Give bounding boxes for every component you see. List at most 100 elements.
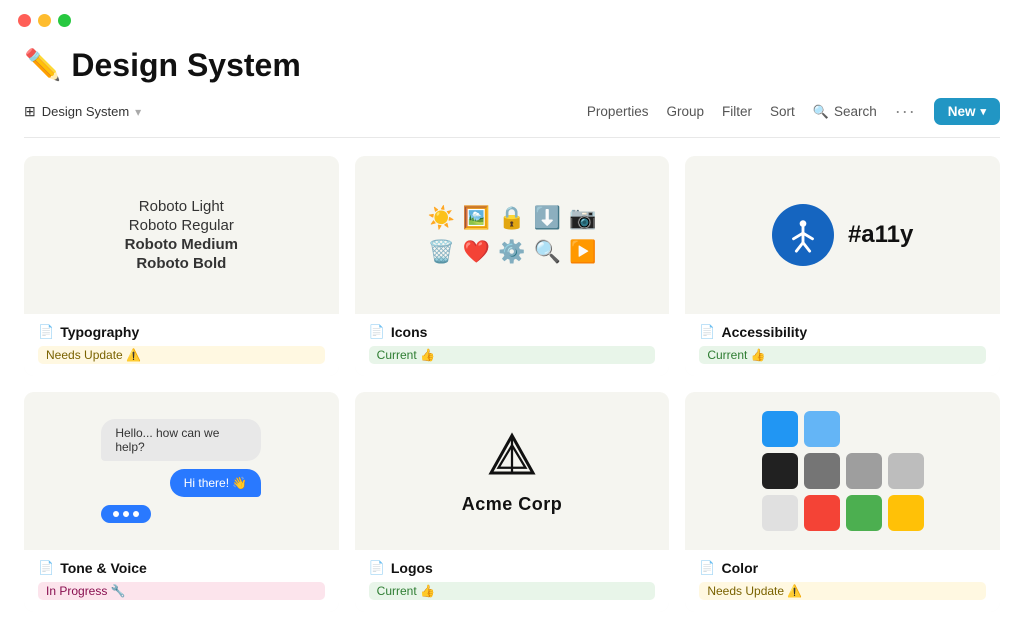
- new-button-chevron-icon: ▾: [980, 105, 986, 118]
- filter-button[interactable]: Filter: [722, 104, 752, 119]
- doc-icon: 📄: [369, 560, 385, 576]
- swatch-blue: [762, 411, 798, 447]
- doc-icon: 📄: [369, 324, 385, 340]
- icon-camera: 📷: [569, 205, 596, 231]
- swatch-green: [846, 495, 882, 531]
- close-button[interactable]: [18, 14, 31, 27]
- typo-medium: Roboto Medium: [125, 236, 238, 253]
- card-footer-color: 📄 Color Needs Update ⚠️: [685, 550, 1000, 612]
- icon-search: 🔍: [534, 239, 561, 265]
- grid-icon: ⊞: [24, 103, 36, 120]
- card-title-row: 📄 Typography: [38, 324, 325, 340]
- card-footer-typography: 📄 Typography Needs Update ⚠️: [24, 314, 339, 376]
- search-icon: 🔍: [813, 104, 829, 120]
- chat-bubble-question: Hello... how can we help?: [101, 419, 261, 461]
- icon-trash: 🗑️: [427, 239, 454, 265]
- traffic-lights: [18, 14, 71, 27]
- card-title-row: 📄 Accessibility: [699, 324, 986, 340]
- doc-icon: 📄: [699, 560, 715, 576]
- app-window: ✏️ Design System ⊞ Design System ▾ Prope…: [0, 0, 1024, 640]
- card-icons[interactable]: ☀️ 🖼️ 🔒 ⬇️ 📷 🗑️ ❤️ ⚙️ 🔍 ▶️ 📄: [355, 156, 670, 376]
- swatch-dark-gray: [804, 453, 840, 489]
- chevron-down-icon: ▾: [135, 105, 141, 119]
- card-title-color: Color: [722, 560, 759, 576]
- content-area: Roboto Light Roboto Regular Roboto Mediu…: [0, 138, 1024, 640]
- acme-corp-logo-name: Acme Corp: [462, 494, 563, 515]
- card-title-accessibility: Accessibility: [722, 324, 808, 340]
- card-title-row: 📄 Tone & Voice: [38, 560, 325, 576]
- card-badge-tone: In Progress 🔧: [38, 582, 325, 600]
- a11y-preview: #a11y: [772, 204, 913, 266]
- tone-preview: Hello... how can we help? Hi there! 👋: [81, 407, 281, 535]
- swatch-mid-gray: [846, 453, 882, 489]
- swatch-lighter-gray: [762, 495, 798, 531]
- card-typography[interactable]: Roboto Light Roboto Regular Roboto Mediu…: [24, 156, 339, 376]
- group-button[interactable]: Group: [666, 104, 704, 119]
- card-title-row: 📄 Color: [699, 560, 986, 576]
- card-footer-logos: 📄 Logos Current 👍: [355, 550, 670, 612]
- card-preview-typography: Roboto Light Roboto Regular Roboto Mediu…: [24, 156, 339, 314]
- sort-button[interactable]: Sort: [770, 104, 795, 119]
- doc-icon: 📄: [38, 560, 54, 576]
- logos-preview: Acme Corp: [462, 428, 563, 515]
- typo-light: Roboto Light: [139, 198, 224, 215]
- card-badge-icons: Current 👍: [369, 346, 656, 364]
- search-label[interactable]: Search: [834, 104, 877, 119]
- new-button-label: New: [948, 104, 976, 119]
- card-title-tone: Tone & Voice: [60, 560, 147, 576]
- dot-2: [123, 511, 129, 517]
- title-emoji: ✏️: [24, 48, 61, 83]
- card-badge-color: Needs Update ⚠️: [699, 582, 986, 600]
- toolbar: ⊞ Design System ▾ Properties Group Filte…: [24, 98, 1000, 138]
- swatch-red: [804, 495, 840, 531]
- new-button[interactable]: New ▾: [934, 98, 1000, 125]
- swatch-black: [762, 453, 798, 489]
- page-header: ✏️ Design System ⊞ Design System ▾ Prope…: [0, 35, 1024, 138]
- card-preview-logos: Acme Corp: [355, 392, 670, 550]
- swatch-empty-2: [888, 411, 924, 447]
- card-badge-logos: Current 👍: [369, 582, 656, 600]
- dot-1: [113, 511, 119, 517]
- icon-heart: ❤️: [463, 239, 490, 265]
- card-title-typography: Typography: [60, 324, 139, 340]
- card-preview-color: [685, 392, 1000, 550]
- icons-preview: ☀️ 🖼️ 🔒 ⬇️ 📷 🗑️ ❤️ ⚙️ 🔍 ▶️: [417, 195, 606, 275]
- card-accessibility[interactable]: #a11y 📄 Accessibility Current 👍: [685, 156, 1000, 376]
- card-title-icons: Icons: [391, 324, 428, 340]
- card-footer-accessibility: 📄 Accessibility Current 👍: [685, 314, 1000, 376]
- title-bar: [0, 0, 1024, 35]
- card-badge-typography: Needs Update ⚠️: [38, 346, 325, 364]
- title-row: ✏️ Design System: [24, 47, 1000, 84]
- swatch-light-gray: [888, 453, 924, 489]
- card-color[interactable]: 📄 Color Needs Update ⚠️: [685, 392, 1000, 612]
- card-preview-icons: ☀️ 🖼️ 🔒 ⬇️ 📷 🗑️ ❤️ ⚙️ 🔍 ▶️: [355, 156, 670, 314]
- search-area[interactable]: 🔍 Search: [813, 104, 877, 120]
- card-tone-voice[interactable]: Hello... how can we help? Hi there! 👋 📄 …: [24, 392, 339, 612]
- color-preview: [752, 401, 934, 541]
- toolbar-right: Properties Group Filter Sort 🔍 Search ··…: [587, 98, 1000, 125]
- chat-typing-indicator: [101, 505, 151, 523]
- properties-button[interactable]: Properties: [587, 104, 649, 119]
- icon-lock: 🔒: [498, 205, 525, 231]
- card-title-logos: Logos: [391, 560, 433, 576]
- breadcrumb[interactable]: ⊞ Design System ▾: [24, 103, 141, 120]
- typo-bold: Roboto Bold: [136, 255, 226, 272]
- swatch-light-blue: [804, 411, 840, 447]
- dot-3: [133, 511, 139, 517]
- card-preview-accessibility: #a11y: [685, 156, 1000, 314]
- card-logos[interactable]: Acme Corp 📄 Logos Current 👍: [355, 392, 670, 612]
- page-title: Design System: [71, 47, 300, 84]
- typography-preview: Roboto Light Roboto Regular Roboto Mediu…: [125, 198, 238, 272]
- icon-sun: ☀️: [427, 205, 454, 231]
- card-title-row: 📄 Icons: [369, 324, 656, 340]
- typo-regular: Roboto Regular: [129, 217, 234, 234]
- minimize-button[interactable]: [38, 14, 51, 27]
- icon-gear: ⚙️: [498, 239, 525, 265]
- a11y-label: #a11y: [848, 221, 913, 249]
- card-footer-tone: 📄 Tone & Voice In Progress 🔧: [24, 550, 339, 612]
- doc-icon: 📄: [699, 324, 715, 340]
- more-options-button[interactable]: ···: [895, 101, 916, 122]
- swatch-empty-1: [846, 411, 882, 447]
- swatch-yellow: [888, 495, 924, 531]
- maximize-button[interactable]: [58, 14, 71, 27]
